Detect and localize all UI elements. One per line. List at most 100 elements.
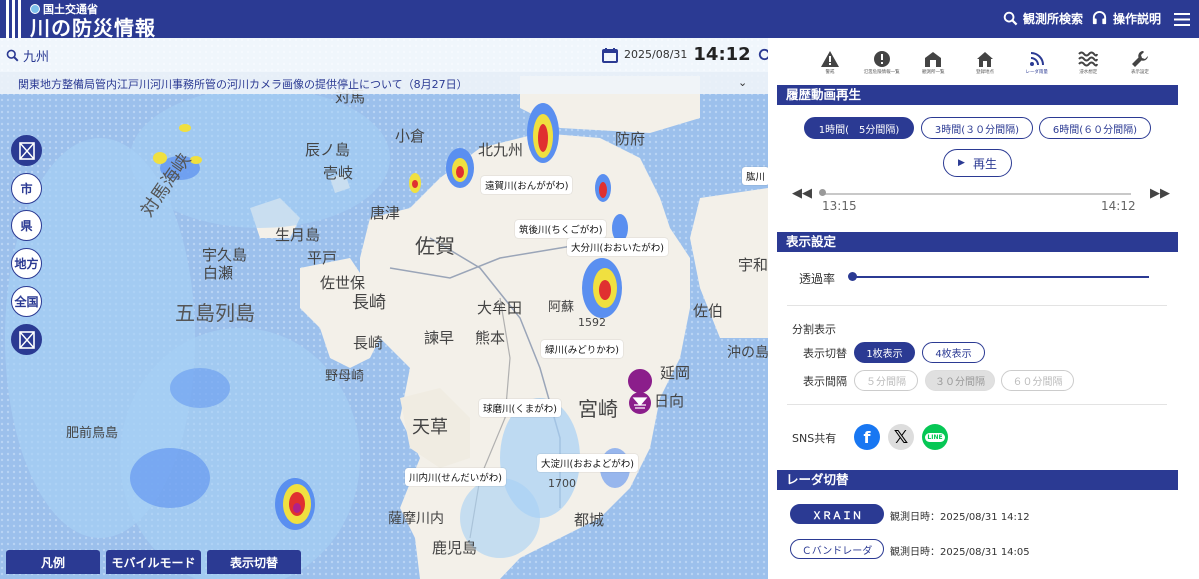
x-twitter-icon[interactable]: 𝕏 — [888, 424, 914, 450]
svg-text:都城: 都城 — [574, 511, 604, 529]
svg-text:薩摩川内: 薩摩川内 — [388, 510, 444, 527]
svg-text:小倉: 小倉 — [395, 127, 425, 145]
history-slider-handle[interactable] — [819, 189, 826, 196]
display-toggle-button[interactable]: 表示切替 — [207, 550, 301, 574]
station-search-label: 観測所検索 — [1023, 12, 1084, 26]
cband-observed-time: 観測日時：2025/08/31 14:05 — [890, 547, 1030, 558]
rewind-icon[interactable]: ◀◀ — [792, 186, 812, 201]
zoom-region-button[interactable]: 地方 — [11, 248, 42, 279]
display-switch-label: 表示切替 — [803, 347, 847, 360]
zoom-country-button[interactable]: 全国 — [11, 286, 42, 317]
svg-text:1700: 1700 — [548, 477, 576, 490]
svg-text:長崎: 長崎 — [352, 293, 386, 313]
river-label-hiji[interactable]: 肱川 — [742, 167, 768, 185]
river-label-oita[interactable]: 大分川(おおいたがわ) — [567, 238, 668, 256]
notice-banner: 関東地方整備局管内江戸川河川事務所管の河川カメラ画像の提供停止について（8月27… — [0, 72, 768, 94]
registered-point-button[interactable]: 登録地点 — [967, 50, 1003, 80]
svg-text:1592: 1592 — [578, 316, 606, 329]
observatory-caption: 観測所一覧 — [922, 70, 945, 75]
zoom-pref-button[interactable]: 県 — [11, 210, 42, 241]
svg-text:五島列島: 五島列島 — [175, 301, 255, 325]
warning-button[interactable]: 警戒 — [812, 50, 848, 80]
quad-display-button[interactable]: 4枚表示 — [922, 342, 985, 363]
interval-5min-button[interactable]: ５分間隔 — [854, 370, 918, 391]
interval-30min-button[interactable]: ３０分間隔 — [925, 370, 995, 391]
zoom-reset-button[interactable] — [11, 135, 42, 166]
zoom-fit-button[interactable] — [11, 324, 42, 355]
search-icon — [6, 49, 19, 62]
svg-text:天草: 天草 — [412, 417, 448, 438]
hamburger-menu-button[interactable] — [1174, 13, 1190, 26]
headset-icon — [1092, 11, 1107, 25]
river-label-chikugo[interactable]: 筑後川(ちくごがわ) — [515, 220, 607, 238]
svg-text:唐津: 唐津 — [370, 204, 400, 222]
refresh-icon[interactable] — [757, 47, 768, 62]
chevron-down-icon[interactable]: ⌄ — [738, 76, 747, 89]
observatory-list-button[interactable]: 観測所一覧 — [915, 50, 951, 80]
svg-text:北九州: 北九州 — [478, 141, 523, 159]
alert-list-caption: 氾濫危険情報一覧 — [863, 70, 900, 75]
cband-button[interactable]: Ｃバンドレーダ — [790, 539, 884, 559]
svg-text:平戸: 平戸 — [307, 249, 337, 267]
site-title[interactable]: 川の防災情報 — [30, 12, 156, 41]
river-label-oyodo[interactable]: 大淀川(おおよどがわ) — [537, 454, 638, 472]
river-label-sendai[interactable]: 川内川(せんだいがわ) — [405, 468, 506, 486]
fast-forward-icon[interactable]: ▶▶ — [1150, 186, 1170, 201]
observatory-icon — [925, 52, 942, 67]
map-canvas: 対馬海峡 五島列島 辰ノ島 壱岐 生月島 宇久島 白瀬 平戸 佐世保 長崎 長崎… — [0, 38, 768, 579]
alert-list-button[interactable]: 氾濫危険情報一覧 — [864, 50, 900, 80]
area-search-input[interactable]: 九州 — [6, 46, 49, 65]
xrain-button[interactable]: ＸＲＡＩＮ — [790, 504, 884, 524]
river-label-kuma[interactable]: 球磨川(くまがわ) — [479, 399, 561, 417]
divider — [787, 404, 1167, 405]
river-label-onga[interactable]: 遠賀川(おんががわ) — [481, 176, 573, 194]
play-button[interactable]: ▶ 再生 — [943, 149, 1012, 177]
help-button[interactable]: 操作説明 — [1091, 10, 1161, 27]
legend-button[interactable]: 凡例 — [6, 550, 100, 574]
svg-text:白瀬: 白瀬 — [203, 264, 233, 282]
history-6h-button[interactable]: 6時間(６０分間隔) — [1039, 117, 1151, 139]
river-label-midori[interactable]: 緑川(みどりかわ) — [541, 340, 623, 358]
history-1h-button[interactable]: 1時間( 5分間隔) — [804, 117, 914, 139]
svg-text:長崎: 長崎 — [353, 334, 383, 352]
fullscreen-icon — [18, 330, 35, 349]
current-date: 2025/08/31 — [624, 48, 688, 61]
single-display-button[interactable]: 1枚表示 — [854, 342, 915, 363]
svg-text:宇和島: 宇和島 — [738, 256, 768, 274]
warning-caption: 警戒 — [825, 70, 835, 75]
logo-bars — [6, 0, 22, 38]
radar-rain-button[interactable]: レーダ雨量 — [1019, 50, 1055, 80]
mobile-mode-button[interactable]: モバイルモード — [106, 550, 201, 574]
wrench-icon — [1131, 51, 1148, 67]
area-search-value: 九州 — [23, 50, 50, 65]
radar-switch-heading: レーダ切替 — [777, 470, 1178, 490]
search-icon — [1003, 11, 1018, 26]
facebook-icon[interactable]: f — [854, 424, 880, 450]
line-icon[interactable]: LINE — [922, 424, 948, 450]
function-icon-bar: 警戒 氾濫危険情報一覧 観測所一覧 登録地点 レーダ雨量 浸水想定 表示設定 — [812, 50, 1158, 80]
station-search-button[interactable]: 観測所検索 — [1003, 10, 1083, 27]
map-search-bar: 九州 2025/08/31 14:12 — [0, 38, 768, 72]
zoom-city-button[interactable]: 市 — [11, 173, 42, 204]
history-heading: 履歴動画再生 — [777, 85, 1178, 105]
settings-button[interactable]: 表示設定 — [1122, 50, 1158, 80]
history-3h-button[interactable]: 3時間(３０分間隔) — [921, 117, 1033, 139]
opacity-slider-handle[interactable] — [848, 272, 857, 281]
history-slider-track[interactable] — [823, 193, 1131, 195]
opacity-label: 透過率 — [799, 272, 836, 286]
flood-map-button[interactable]: 浸水想定 — [1070, 50, 1106, 80]
svg-text:諫早: 諫早 — [424, 329, 454, 347]
waves-icon — [1078, 51, 1099, 67]
map-view[interactable]: 対馬海峡 五島列島 辰ノ島 壱岐 生月島 宇久島 白瀬 平戸 佐世保 長崎 長崎… — [0, 38, 768, 579]
opacity-slider-track[interactable] — [853, 276, 1149, 278]
control-panel: 警戒 氾濫危険情報一覧 観測所一覧 登録地点 レーダ雨量 浸水想定 表示設定 履… — [768, 38, 1199, 579]
svg-text:防府: 防府 — [615, 130, 645, 148]
interval-60min-button[interactable]: ６０分間隔 — [1001, 370, 1074, 391]
flood-map-caption: 浸水想定 — [1079, 70, 1098, 75]
notice-link[interactable]: 関東地方整備局管内江戸川河川事務所管の河川カメラ画像の提供停止について（8月27… — [18, 76, 468, 92]
calendar-icon[interactable] — [602, 47, 618, 63]
display-interval-label: 表示間隔 — [803, 375, 847, 388]
xrain-observed-time: 観測日時：2025/08/31 14:12 — [890, 512, 1030, 523]
sns-share-label: SNS共有 — [792, 432, 837, 445]
current-time: 14:12 — [693, 44, 751, 65]
